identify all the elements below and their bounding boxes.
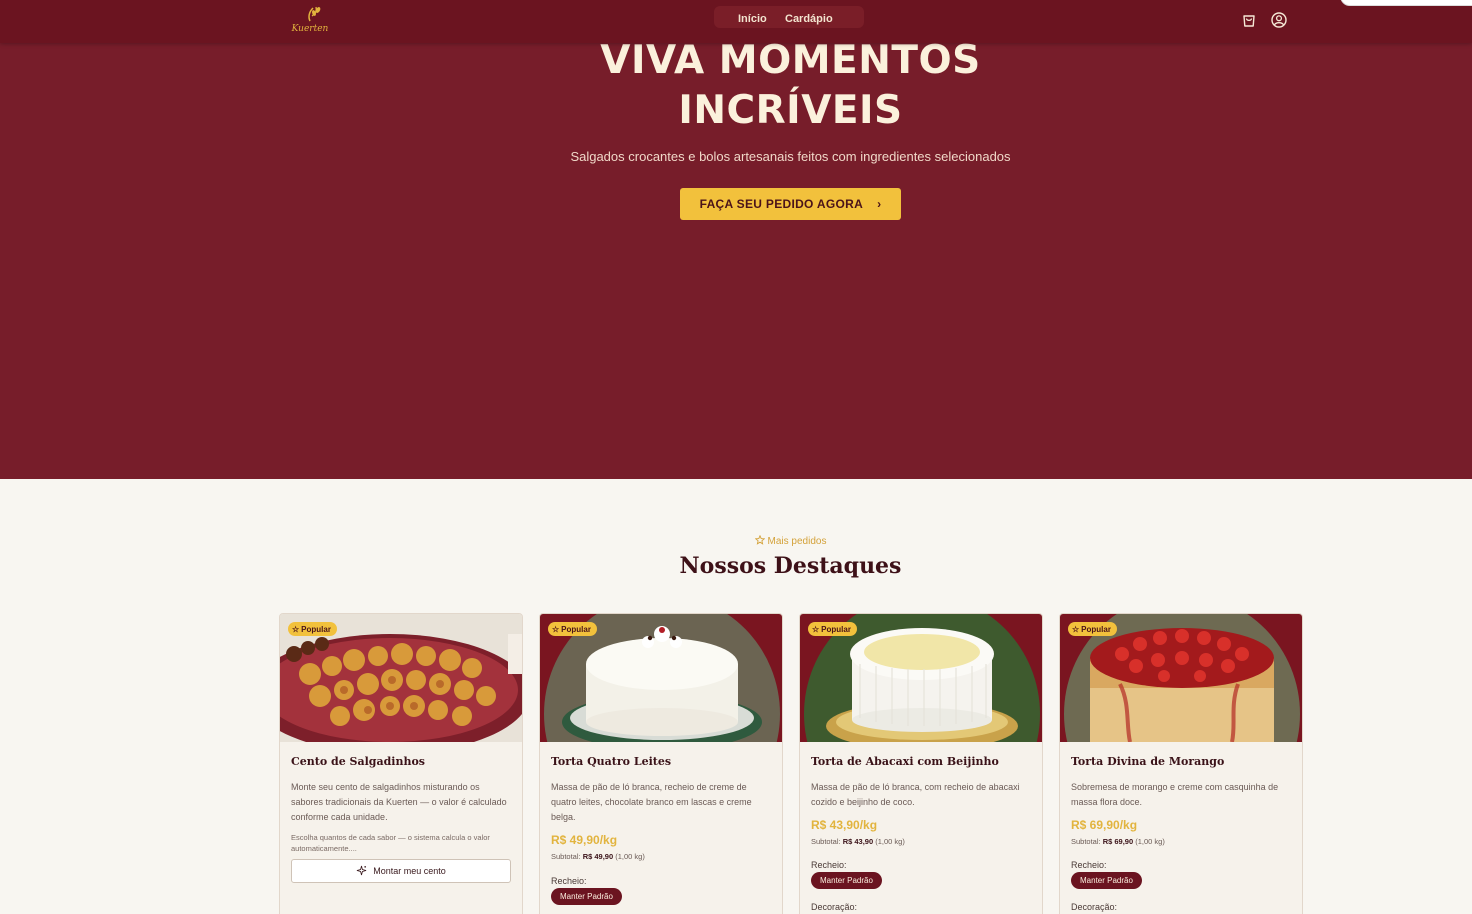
hero-subtitle: Salgados crocantes e bolos artesanais fe… [570, 149, 1011, 164]
product-name[interactable]: Torta Quatro Leites [551, 755, 671, 768]
kuerten-logo[interactable]: Kuerten [289, 4, 331, 38]
filling-label: Recheio: [1071, 860, 1107, 870]
product-subtotal: Subtotal: R$ 69,90 (1,00 kg) [1071, 837, 1165, 846]
product-description: Monte seu cento de salgadinhos misturand… [291, 782, 507, 822]
popular-badge-label: Popular [1081, 624, 1111, 634]
product-card-torta-morango[interactable]: ☆ Popular Torta Divina de Morango Sobrem… [1059, 613, 1303, 914]
build-cento-button[interactable]: Montar meu cento [291, 859, 511, 883]
product-card-torta-abacaxi[interactable]: ☆ Popular Torta de Abacaxi com Beijinho … [799, 613, 1043, 914]
user-account-icon[interactable] [1270, 11, 1288, 29]
subtotal-value: R$ 49,90 [582, 852, 614, 861]
decoration-label: Decoração: [1071, 902, 1118, 912]
top-navbar: Kuerten Início Cardápio [0, 0, 1472, 43]
product-price: R$ 69,90/kg [1071, 818, 1138, 832]
subtotal-value: R$ 69,90 [1102, 837, 1134, 846]
chevron-right-icon: › [877, 197, 882, 211]
star-outline-icon [754, 535, 765, 545]
product-card-torta-quatro-leites[interactable]: ☆ Popular Torta Quatro Leites Massa de p… [539, 613, 783, 914]
section-tag-label: Mais pedidos [767, 536, 827, 547]
wheat-logo-icon: Kuerten [291, 6, 329, 34]
decoration-label: Decoração: [811, 902, 858, 912]
subtotal-label: Subtotal: [811, 837, 841, 846]
subtotal-label: Subtotal: [1071, 837, 1101, 846]
product-description: Sobremesa de morango e creme com casquin… [1071, 782, 1279, 807]
filling-label: Recheio: [811, 860, 847, 870]
sparkles-icon [356, 865, 367, 878]
nav-link-inicio[interactable]: Início [738, 13, 767, 25]
product-description: Massa de pão de ló branca, com recheio d… [811, 782, 1020, 807]
filling-option-chip[interactable]: Manter Padrão [811, 872, 882, 889]
hero-title-line-2: INCRÍVEIS [678, 88, 903, 133]
product-name[interactable]: Torta de Abacaxi com Beijinho [811, 755, 999, 768]
nav-link-cardapio[interactable]: Cardápio [785, 13, 833, 25]
popular-badge: ☆ Popular [1068, 622, 1117, 636]
product-name[interactable]: Torta Divina de Morango [1071, 755, 1224, 768]
product-note: Escolha quantos de cada sabor — o sistem… [291, 833, 490, 853]
floating-panel-edge [1340, 0, 1472, 6]
popular-badge-label: Popular [301, 624, 331, 634]
filling-option-chip[interactable]: Manter Padrão [1071, 872, 1142, 889]
subtotal-value: R$ 43,90 [842, 837, 874, 846]
product-description: Massa de pão de ló branca, recheio de cr… [551, 782, 752, 822]
build-cento-label: Montar meu cento [373, 866, 446, 876]
hero-section: VIVA MOMENTOS INCRÍVEIS Salgados crocant… [0, 0, 1472, 479]
star-icon: ☆ [552, 624, 560, 634]
product-price: R$ 49,90/kg [551, 833, 618, 847]
filling-label: Recheio: [551, 876, 587, 886]
star-icon: ☆ [812, 624, 820, 634]
product-card-cento-salgadinhos[interactable]: ☆ Popular Cento de Salgadinhos Monte seu… [279, 613, 523, 914]
popular-badge: ☆ Popular [288, 622, 337, 636]
product-name[interactable]: Cento de Salgadinhos [291, 755, 425, 768]
product-subtotal: Subtotal: R$ 43,90 (1,00 kg) [811, 837, 905, 846]
order-now-button[interactable]: FAÇA SEU PEDIDO AGORA › [680, 188, 901, 220]
hero-title: VIVA MOMENTOS INCRÍVEIS [0, 36, 1472, 136]
subtotal-quantity: (1,00 kg) [1135, 837, 1165, 846]
filling-option-chip[interactable]: Manter Padrão [551, 888, 622, 905]
subtotal-quantity: (1,00 kg) [615, 852, 645, 861]
section-title: Nossos Destaques [679, 553, 902, 579]
subtotal-quantity: (1,00 kg) [875, 837, 905, 846]
product-subtotal: Subtotal: R$ 49,90 (1,00 kg) [551, 852, 645, 861]
section-tag: Mais pedidos [0, 535, 1472, 547]
shopping-bag-icon[interactable] [1240, 11, 1258, 29]
svg-text:Kuerten: Kuerten [291, 24, 329, 34]
product-price: R$ 43,90/kg [811, 818, 878, 832]
popular-badge: ☆ Popular [548, 622, 597, 636]
popular-badge: ☆ Popular [808, 622, 857, 636]
subtotal-label: Subtotal: [551, 852, 581, 861]
hero-title-line-1: VIVA MOMENTOS [600, 38, 981, 83]
popular-badge-label: Popular [821, 624, 851, 634]
order-now-label: FAÇA SEU PEDIDO AGORA [699, 197, 864, 211]
popular-badge-label: Popular [561, 624, 591, 634]
star-icon: ☆ [292, 624, 300, 634]
star-icon: ☆ [1072, 624, 1080, 634]
